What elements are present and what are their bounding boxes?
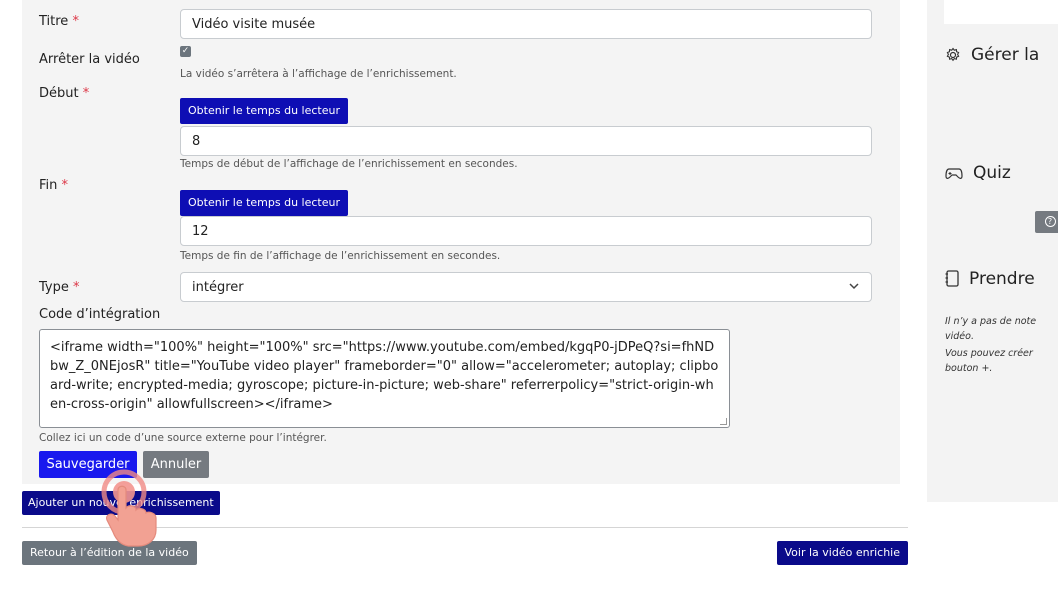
start-input[interactable]: 8: [180, 126, 872, 156]
notes-heading[interactable]: Prendre: [945, 269, 1035, 289]
quiz-help-button[interactable]: ?: [1035, 211, 1058, 233]
chevron-down-icon: [849, 279, 859, 296]
cancel-button[interactable]: Annuler: [143, 451, 209, 478]
start-label: Début *: [39, 86, 90, 101]
stop-video-label: Arrêter la vidéo: [39, 52, 140, 67]
back-to-edit-button[interactable]: Retour à l’édition de la vidéo: [22, 541, 197, 565]
notes-empty-line2: vidéo.: [945, 331, 974, 342]
help-icon: ?: [1044, 216, 1056, 227]
save-button[interactable]: Sauvegarder: [39, 451, 137, 478]
gamepad-icon: [945, 168, 963, 179]
type-select[interactable]: intégrer: [180, 272, 872, 302]
embed-code-label: Code d’intégration: [39, 307, 161, 322]
embed-code-hint: Collez ici un code d’une source externe …: [39, 432, 327, 444]
stop-video-hint: La vidéo s’arrêtera à l’affichage de l’e…: [180, 68, 457, 80]
notes-empty-line4: bouton +.: [945, 363, 993, 374]
resize-handle[interactable]: [720, 418, 727, 425]
get-start-time-button[interactable]: Obtenir le temps du lecteur: [180, 98, 348, 124]
notes-empty-line3: Vous pouvez créer: [945, 348, 1033, 359]
start-hint: Temps de début de l’affichage de l’enric…: [180, 158, 518, 170]
check-icon: ✓: [181, 46, 190, 56]
gear-icon: [946, 47, 960, 62]
get-end-time-button[interactable]: Obtenir le temps du lecteur: [180, 190, 348, 216]
end-hint: Temps de fin de l’affichage de l’enrichi…: [180, 250, 501, 262]
title-label: Titre *: [39, 14, 79, 29]
notes-icon: [945, 270, 959, 287]
view-enriched-video-button[interactable]: Voir la vidéo enrichie: [776, 541, 908, 565]
sidebar: [927, 0, 1058, 502]
end-label: Fin *: [39, 178, 69, 193]
divider: [22, 527, 908, 528]
add-enrichment-button[interactable]: Ajouter un nouvel enrichissement: [22, 491, 220, 515]
end-input[interactable]: 12: [180, 216, 872, 246]
manage-heading[interactable]: Gérer la: [945, 45, 1039, 65]
type-label: Type *: [39, 280, 80, 295]
embed-code-textarea[interactable]: <iframe width="100%" height="100%" src="…: [39, 329, 730, 428]
title-input[interactable]: Vidéo visite musée: [180, 9, 872, 39]
stop-video-checkbox[interactable]: ✓: [180, 46, 191, 57]
sidebar-card: [944, 0, 1058, 24]
quiz-heading[interactable]: Quiz: [945, 163, 1011, 183]
notes-empty-line1: Il n’y a pas de note: [945, 316, 1037, 327]
